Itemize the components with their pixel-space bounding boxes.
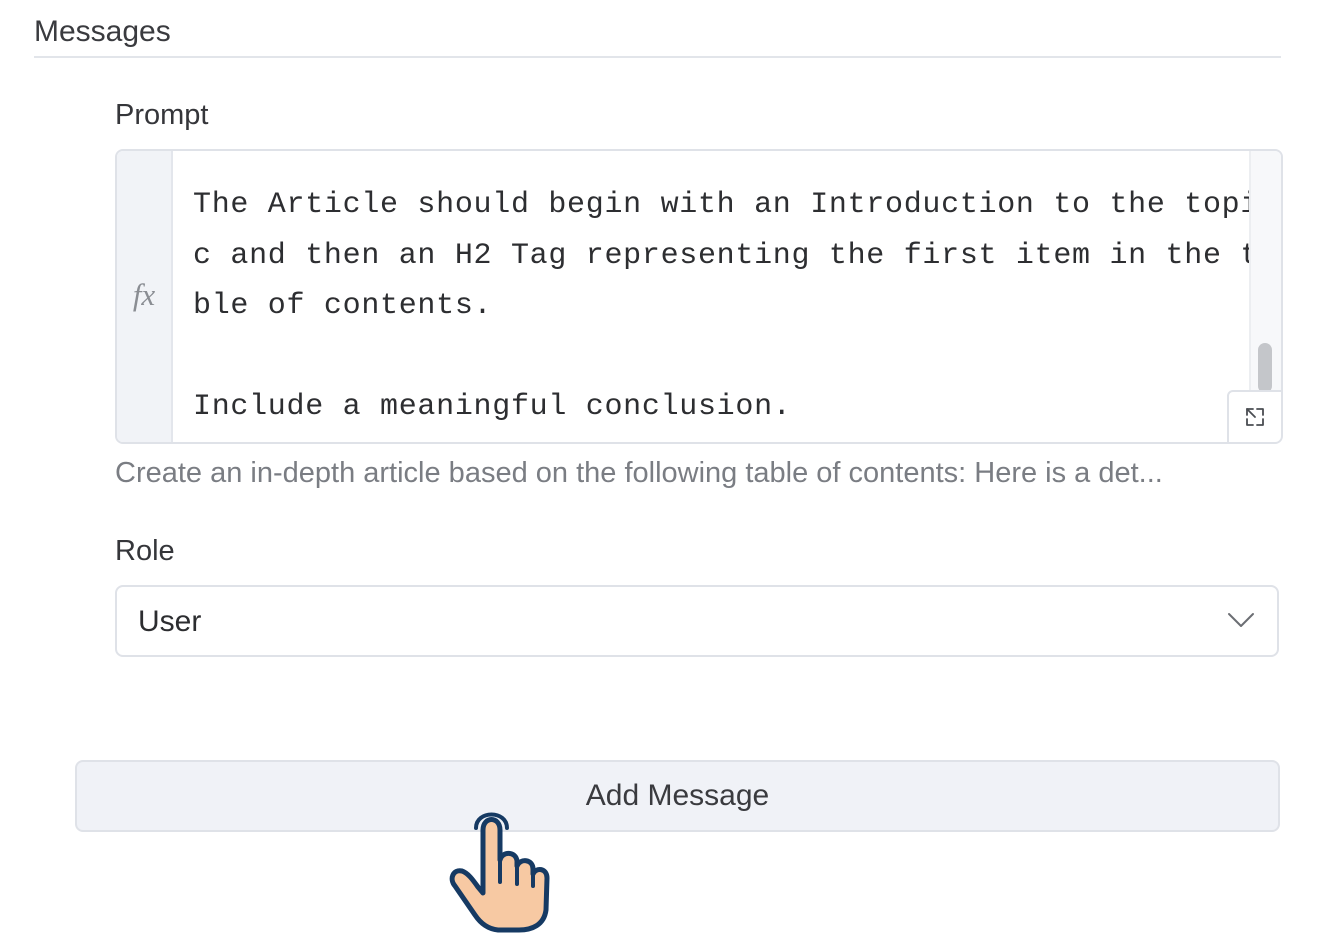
- fx-icon[interactable]: fx: [117, 277, 171, 313]
- hand-pointer-icon: [449, 812, 550, 933]
- prompt-editor[interactable]: fx The Article should begin with an Intr…: [115, 149, 1283, 444]
- expand-icon: [1246, 408, 1264, 426]
- prompt-preview-text: Create an in-depth article based on the …: [115, 457, 1163, 489]
- section-divider: [34, 56, 1281, 58]
- prompt-text[interactable]: The Article should begin with an Introdu…: [193, 180, 1277, 433]
- role-label: Role: [115, 535, 175, 567]
- role-selected-value: User: [138, 605, 202, 638]
- role-select[interactable]: User: [115, 585, 1279, 657]
- prompt-label: Prompt: [115, 99, 209, 131]
- expand-editor-button[interactable]: [1227, 390, 1281, 442]
- chevron-down-icon: [1228, 613, 1254, 627]
- scrollbar-thumb[interactable]: [1258, 343, 1272, 393]
- formula-gutter: fx: [117, 151, 173, 442]
- add-message-button[interactable]: Add Message: [75, 760, 1280, 832]
- section-title: Messages: [34, 15, 171, 48]
